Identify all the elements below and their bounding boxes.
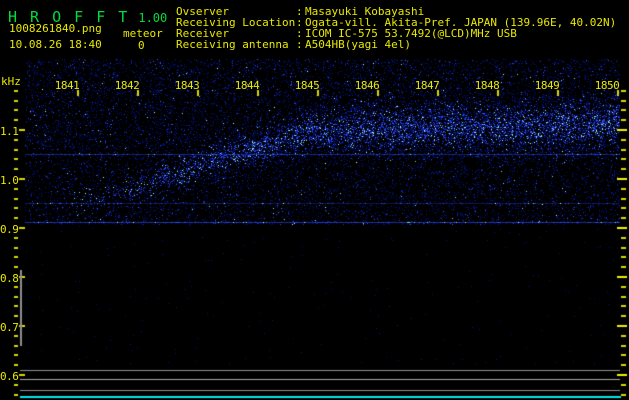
freq-tick-label: 0.9 (0, 223, 19, 236)
time-tick-label: 1843 (174, 79, 200, 92)
time-tick-label: 1847 (414, 79, 440, 92)
spectrogram-canvas (0, 0, 629, 400)
time-tick-label: 1846 (354, 79, 380, 92)
observer-info-row: Receiving Location: Ogata-vill. Akita-Pre… (176, 16, 616, 29)
time-tick-label: 1844 (234, 79, 260, 92)
time-tick-label: 1850 (594, 79, 620, 92)
app-version: 1.00 (138, 11, 168, 25)
freq-tick-label: 0.6 (0, 370, 19, 383)
info-row-value: A504HB(yagi 4el) (305, 38, 411, 51)
freq-tick-label: 0.7 (0, 321, 19, 334)
time-tick-label: 1845 (294, 79, 320, 92)
time-tick-label: 1841 (54, 79, 80, 92)
meteor-count: 0 (138, 39, 145, 52)
freq-tick-label: 1.0 (0, 174, 19, 187)
time-tick-label: 1849 (534, 79, 560, 92)
freq-tick-label: 0.8 (0, 272, 19, 285)
observer-info-row: Ovserver: Masayuki Kobayashi (176, 5, 616, 18)
observation-datetime: 10.08.26 18:40 (9, 38, 102, 51)
freq-axis-unit-label: kHz (1, 75, 21, 88)
time-tick-label: 1842 (114, 79, 140, 92)
hrofft-output-screen: H R O F F T 1.00 1008261840.png meteor 10… (0, 0, 629, 400)
info-row-label: Receiving antenna (176, 38, 289, 51)
freq-tick-label: 1.1 (0, 125, 19, 138)
time-tick-label: 1848 (474, 79, 500, 92)
observer-info-block: Ovserver: Masayuki Kobayashi Receiving Loc… (176, 5, 616, 51)
info-row-colon: : (296, 38, 303, 51)
observer-info-row: Receiving antenna: A504HB(yagi 4el) (176, 38, 616, 51)
output-filename: 1008261840.png (9, 22, 102, 35)
mode-label: meteor (123, 27, 163, 40)
